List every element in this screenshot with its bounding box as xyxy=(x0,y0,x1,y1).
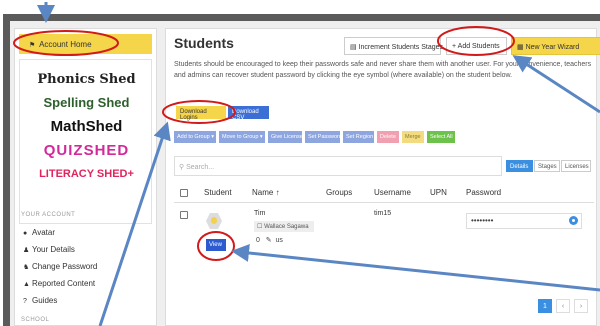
column-header-student: Student xyxy=(204,188,232,197)
merge-button[interactable]: Merge xyxy=(402,131,424,143)
initials: us xyxy=(275,237,283,244)
add-to-group-button[interactable]: Add to Group ▾ xyxy=(174,131,216,143)
sidebar-item-guides[interactable]: ? Guides xyxy=(23,296,57,305)
column-header-name[interactable]: Name ↑ xyxy=(252,188,280,197)
page-title: Students xyxy=(174,35,234,51)
product-logos: Phonics Shed Spelling Shed MathShed QUIZ… xyxy=(19,59,152,224)
mathshed-logo[interactable]: MathShed xyxy=(20,118,153,135)
sidebar-item-change-password[interactable]: ♞ Change Password xyxy=(23,262,97,271)
sidebar-item-label: Your Details xyxy=(32,245,75,254)
row-checkbox[interactable] xyxy=(180,211,188,219)
button-label: + Add Students xyxy=(452,43,500,50)
sidebar: ⚑ Account Home Phonics Shed Spelling She… xyxy=(14,28,157,326)
calendar-icon: ▦ xyxy=(517,44,524,51)
new-year-wizard-button[interactable]: ▦ New Year Wizard xyxy=(511,37,600,55)
view-button[interactable]: View xyxy=(206,239,226,251)
teacher-tag: ☐ Wallace Sagawa xyxy=(254,221,314,232)
sidebar-item-label: Reported Content xyxy=(32,279,96,288)
increment-stages-button[interactable]: ▤ Increment Students Stages xyxy=(344,37,444,55)
count-value: 0 xyxy=(256,237,260,244)
select-all-checkbox[interactable] xyxy=(180,189,188,197)
password-notice: Students should be encouraged to keep th… xyxy=(174,61,592,79)
next-page-button[interactable]: › xyxy=(574,299,588,313)
set-password-button[interactable]: Set Password xyxy=(305,131,342,143)
row-meta: 0 ✎ us xyxy=(256,236,283,244)
id-card-icon: ♟ xyxy=(23,247,30,254)
search-placeholder: Search... xyxy=(186,164,215,171)
tab-details[interactable]: Details xyxy=(506,160,533,172)
quizshed-logo[interactable]: QUIZSHED xyxy=(20,142,153,159)
page-1-button[interactable]: 1 xyxy=(538,299,552,313)
pencil-icon[interactable]: ✎ xyxy=(266,237,272,244)
home-icon: ⚑ xyxy=(29,42,36,49)
question-icon: ? xyxy=(23,298,27,305)
sidebar-item-avatar[interactable]: ● Avatar xyxy=(23,228,55,237)
list-icon: ▤ xyxy=(350,44,357,51)
column-header-username: Username xyxy=(374,188,411,197)
delete-button[interactable]: Delete xyxy=(377,131,399,143)
your-account-heading: YOUR ACCOUNT xyxy=(21,212,76,218)
prev-page-button[interactable]: ‹ xyxy=(556,299,570,313)
add-students-button[interactable]: + Add Students xyxy=(446,37,507,55)
teacher-name: Wallace Sagawa xyxy=(264,224,309,230)
warning-icon: ▲ xyxy=(23,281,30,288)
sidebar-item-label: Change Password xyxy=(32,262,98,271)
school-heading: SCHOOL xyxy=(21,317,50,323)
divider xyxy=(174,202,594,203)
spelling-shed-logo[interactable]: Spelling Shed xyxy=(20,95,153,110)
download-logins-button[interactable]: Download Logins xyxy=(176,106,226,121)
phonics-shed-logo[interactable]: Phonics Shed xyxy=(20,72,153,87)
column-header-groups: Groups xyxy=(326,188,353,197)
give-license-button[interactable]: Give License xyxy=(268,131,303,143)
sidebar-item-your-details[interactable]: ♟ Your Details xyxy=(23,245,75,254)
button-label: New Year Wizard xyxy=(525,44,580,51)
avatar xyxy=(206,213,222,229)
sidebar-item-account-home[interactable]: ⚑ Account Home xyxy=(19,34,152,54)
sidebar-item-label: Account Home xyxy=(39,40,92,49)
eye-icon[interactable] xyxy=(569,216,578,225)
teacher-icon: ☐ xyxy=(257,224,263,230)
literacy-shed-logo[interactable]: LITERACY SHED+ xyxy=(20,168,153,180)
search-icon: ⚲ xyxy=(179,164,185,171)
select-all-button[interactable]: Select All xyxy=(427,131,455,143)
sidebar-item-reported-content[interactable]: ▲ Reported Content xyxy=(23,279,95,288)
tab-licenses[interactable]: Licenses xyxy=(561,160,591,172)
column-header-password: Password xyxy=(466,188,502,197)
password-field: •••••••• xyxy=(466,213,582,229)
download-csv-button[interactable]: Download CSV xyxy=(228,106,269,121)
username-value: tim15 xyxy=(374,210,392,217)
tab-stages[interactable]: Stages xyxy=(534,160,560,172)
search-input[interactable]: ⚲ Search... xyxy=(174,156,502,176)
user-icon: ● xyxy=(23,230,28,237)
student-name: Tim xyxy=(254,210,266,217)
sidebar-item-label: Guides xyxy=(32,296,58,305)
sidebar-item-label: Avatar xyxy=(32,228,55,237)
students-panel: Students ▤ Increment Students Stages + A… xyxy=(165,28,600,326)
set-region-button[interactable]: Set Region xyxy=(343,131,374,143)
move-to-group-button[interactable]: Move to Group ▾ xyxy=(219,131,265,143)
column-header-upn: UPN xyxy=(430,188,447,197)
key-icon: ♞ xyxy=(23,264,30,271)
button-label: Increment Students Stages xyxy=(358,44,444,51)
